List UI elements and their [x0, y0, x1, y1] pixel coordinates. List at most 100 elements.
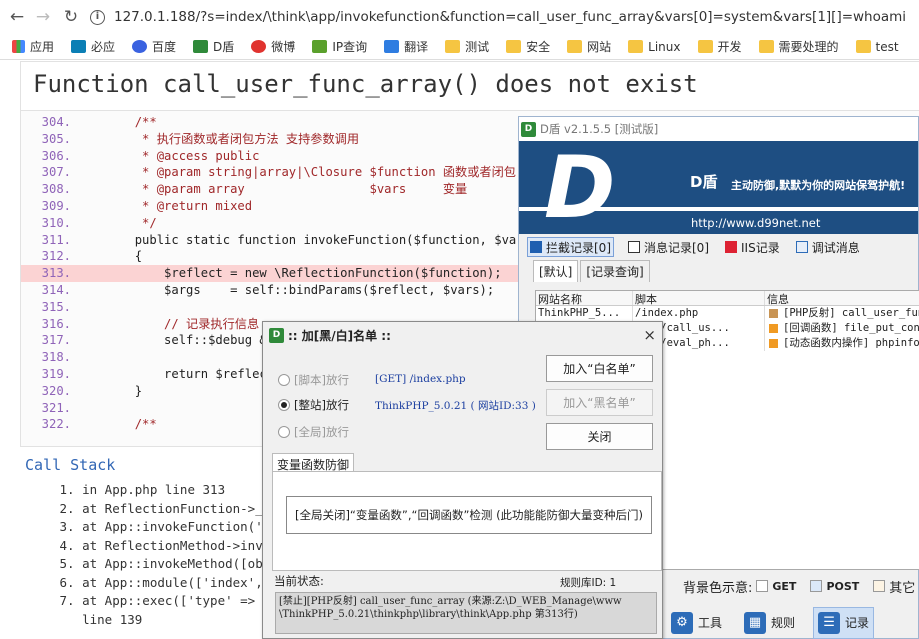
forward-icon[interactable]: → [32, 7, 54, 27]
status-message: [禁止][PHP反射] call_user_func_array (来源:Z:\… [275, 592, 657, 634]
dialog-logo-icon: D [269, 327, 284, 343]
radio-circle [278, 374, 290, 386]
tab-message-log[interactable]: 消息记录[0] [626, 237, 711, 257]
info-icon [628, 241, 640, 253]
global-disable-button[interactable]: [全局关闭]“变量函数”,“回调函数”检测 (此功能能防御大量变种后门) [286, 496, 652, 534]
subtab-default[interactable]: [默认] [533, 260, 579, 282]
line-number: 320. [41, 383, 71, 398]
bookmark-folder-website[interactable]: 网站 [567, 38, 611, 55]
bookmark-translate[interactable]: 翻译 [384, 38, 428, 55]
table-row[interactable]: ThinkPHP_5... /index.php [PHP反射] call_user… [536, 306, 919, 321]
reload-icon[interactable]: ↻ [60, 7, 82, 27]
tab-intercept-log[interactable]: 拦截记录[0] [527, 237, 614, 257]
subtab-record-query[interactable]: [记录查询] [580, 260, 650, 282]
dshield-title: D盾 v2.1.5.5 [测试版] [540, 122, 659, 136]
legend-swatch-other [873, 580, 886, 592]
col-info[interactable]: 信息 [765, 291, 919, 305]
cell-info: [PHP反射] call_user_func_array [765, 306, 919, 321]
cell-site-text: ThinkPHP_5... [538, 307, 621, 319]
code-text: $reflect = new \ReflectionFunction($func… [76, 266, 502, 281]
rules-icon: ▦ [744, 611, 767, 634]
radio-script-allow[interactable]: [脚本]放行 [278, 372, 349, 388]
line-number: 305. [41, 131, 71, 146]
bookmark-weibo[interactable]: 微博 [251, 38, 295, 55]
translate-icon [384, 40, 400, 53]
cell-info-text: [动态函数内操作] phpinfo [783, 337, 919, 349]
tab-iis-log[interactable]: IIS记录 [723, 237, 782, 257]
radio-global-allow[interactable]: [全局]放行 [278, 424, 349, 440]
code-text: // 记录执行信息 [76, 316, 260, 331]
col-site-name[interactable]: 网站名称 [536, 291, 633, 305]
bookmark-folder-test2[interactable]: test [855, 40, 899, 54]
url-field[interactable]: i 127.0.1.188/?s=index/\think\app/invoke… [90, 3, 919, 31]
bookmark-folder-linux[interactable]: Linux [628, 40, 681, 54]
code-text: */ [76, 215, 157, 230]
status-label: 当前状态: [274, 574, 324, 588]
dshield-titlebar: D D盾 v2.1.5.5 [测试版] [519, 117, 918, 141]
bookmark-folder-dev[interactable]: 开发 [697, 38, 742, 55]
cell-script: /index.php [633, 306, 765, 321]
baidu-icon [132, 40, 148, 53]
back-icon[interactable]: ← [6, 7, 28, 27]
dshield-subtabs: [默认] [记录查询] [519, 260, 918, 282]
add-whitelist-button[interactable]: 加入“白名单” [546, 355, 653, 382]
bookmarks-bar: 应用 必应 百度 D盾 微博 IP查询 翻译 测试 安全 网站 Linux 开发… [0, 34, 919, 60]
close-button[interactable]: 关闭 [546, 423, 653, 450]
cell-info: [回调函数] file_put_contents [765, 321, 919, 336]
bookmark-dshield[interactable]: D盾 [193, 38, 234, 55]
site-info-icon[interactable]: i [90, 9, 105, 25]
script-path: [GET] /index.php [375, 373, 466, 385]
list-dialog: D :: 加[黑/白]名单 :: × [脚本]放行 [GET] /index.p… [262, 321, 663, 639]
dshield-tabs: 拦截记录[0] 消息记录[0] IIS记录 调试消息 [519, 234, 918, 260]
banner-stripe [519, 207, 918, 211]
folder-icon [506, 40, 522, 53]
radio-circle-selected [278, 399, 290, 411]
records-icon: ☰ [818, 611, 841, 634]
bookmark-apps[interactable]: 应用 [12, 38, 54, 55]
dshield-banner: D D盾 主动防御,默默为你的网站保驾护航! http://www.d99net… [519, 141, 918, 234]
cell-script-text: /index.php [635, 307, 699, 319]
banner-logo-letter: D [544, 141, 615, 234]
intercept-icon [530, 241, 542, 253]
error-title: Function call_user_func_array() does not… [20, 61, 919, 111]
radio-circle [278, 426, 290, 438]
row-color-marker [769, 338, 778, 348]
bookmark-folder-test[interactable]: 测试 [445, 38, 489, 55]
banner-product-name: D盾 [690, 173, 718, 191]
line-number: 316. [41, 316, 71, 331]
radio-site-allow[interactable]: [整站]放行 [278, 397, 349, 413]
code-text: } [76, 383, 143, 398]
rules-button[interactable]: ▦ 规则 [740, 607, 799, 639]
line-number: 312. [41, 249, 71, 264]
code-text: * @param array $vars 变量 [76, 182, 468, 197]
code-text: * @access public [76, 148, 260, 163]
banner-url: http://www.d99net.net [691, 216, 821, 230]
folder-icon [697, 40, 713, 53]
bookmark-bing[interactable]: 必应 [71, 38, 115, 55]
line-number: 321. [41, 400, 71, 415]
bookmark-folder-todo[interactable]: 需要处理的 [758, 38, 839, 55]
code-text: * 执行函数或者闭包方法 支持参数调用 [76, 131, 360, 146]
close-icon[interactable]: × [643, 326, 656, 344]
iis-icon [725, 241, 737, 253]
bookmark-baidu[interactable]: 百度 [132, 38, 176, 55]
col-script[interactable]: 脚本 [633, 291, 765, 305]
weibo-icon [251, 40, 267, 53]
dialog-title: :: 加[黑/白]名单 :: [288, 328, 391, 343]
row-color-marker [769, 323, 778, 333]
cell-info-text: [回调函数] file_put_contents [783, 322, 919, 334]
add-blacklist-button[interactable]: 加入“黑名单” [546, 389, 653, 416]
code-text: public static function invokeFunction($f… [76, 232, 568, 247]
line-number: 314. [41, 282, 71, 297]
tab-debug-messages[interactable]: 调试消息 [794, 237, 862, 257]
legend-get: GET [772, 579, 797, 593]
code-text: /** [76, 115, 157, 129]
folder-icon [855, 40, 871, 53]
debug-icon [795, 241, 808, 253]
bookmark-ip-lookup[interactable]: IP查询 [312, 38, 367, 55]
tools-button[interactable]: ⚙ 工具 [667, 607, 726, 639]
url-text[interactable]: 127.0.1.188/?s=index/\think\app/invokefu… [114, 9, 906, 25]
defense-panel: [全局关闭]“变量函数”,“回调函数”检测 (此功能能防御大量变种后门) [272, 471, 662, 571]
bookmark-folder-security[interactable]: 安全 [506, 38, 550, 55]
records-button[interactable]: ☰ 记录 [813, 606, 875, 639]
